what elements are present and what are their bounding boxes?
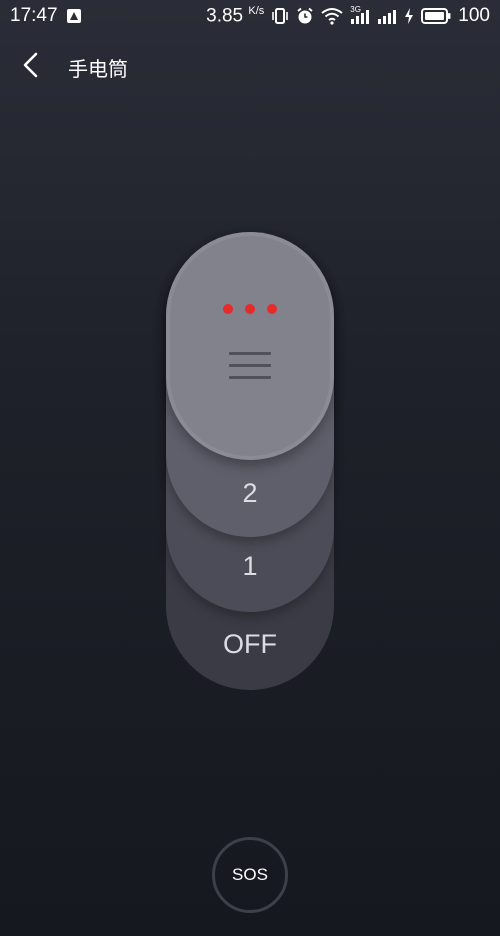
- grip-line: [229, 364, 271, 367]
- indicator-dot-icon: [223, 304, 233, 314]
- header: 手电筒: [0, 40, 500, 90]
- indicator-dot-icon: [267, 304, 277, 314]
- status-time: 17:47: [10, 5, 58, 26]
- chevron-left-icon: [23, 52, 38, 78]
- page-title: 手电筒: [68, 59, 128, 81]
- signal-icon: [377, 7, 397, 25]
- sos-button[interactable]: SOS: [212, 837, 288, 913]
- battery-icon: [421, 7, 451, 24]
- vibrate-icon: [271, 7, 289, 25]
- network-speed-unit: K/s: [248, 4, 265, 17]
- signal-3g-label: 3G: [350, 4, 361, 14]
- sos-label: SOS: [232, 865, 268, 884]
- network-speed: 3.85 K/s: [206, 5, 264, 27]
- status-bar: 17:47 3.85 K/s 3G 100: [0, 0, 500, 32]
- wifi-icon: [321, 7, 343, 25]
- grip-lines-icon: [229, 352, 271, 384]
- switch-knob-face: [170, 236, 330, 456]
- grip-line: [229, 352, 271, 355]
- level-indicator: [166, 304, 334, 314]
- status-right: 3.85 K/s 3G 100: [206, 5, 490, 27]
- battery-level: 100: [458, 4, 490, 26]
- switch-knob[interactable]: [166, 232, 334, 460]
- level-2-label: 2: [242, 478, 258, 508]
- charging-icon: [404, 7, 414, 25]
- grip-line: [229, 376, 271, 379]
- network-speed-value: 3.85: [206, 5, 244, 27]
- status-left: 17:47: [10, 5, 82, 27]
- level-off-label: OFF: [223, 629, 277, 659]
- alarm-icon: [296, 7, 314, 25]
- back-button[interactable]: [16, 50, 46, 80]
- signal-3g-icon: 3G: [350, 4, 370, 25]
- notification-icon: [66, 8, 82, 24]
- flashlight-switch[interactable]: OFF 1 2: [166, 232, 334, 690]
- level-1-label: 1: [242, 551, 258, 581]
- indicator-dot-icon: [245, 304, 255, 314]
